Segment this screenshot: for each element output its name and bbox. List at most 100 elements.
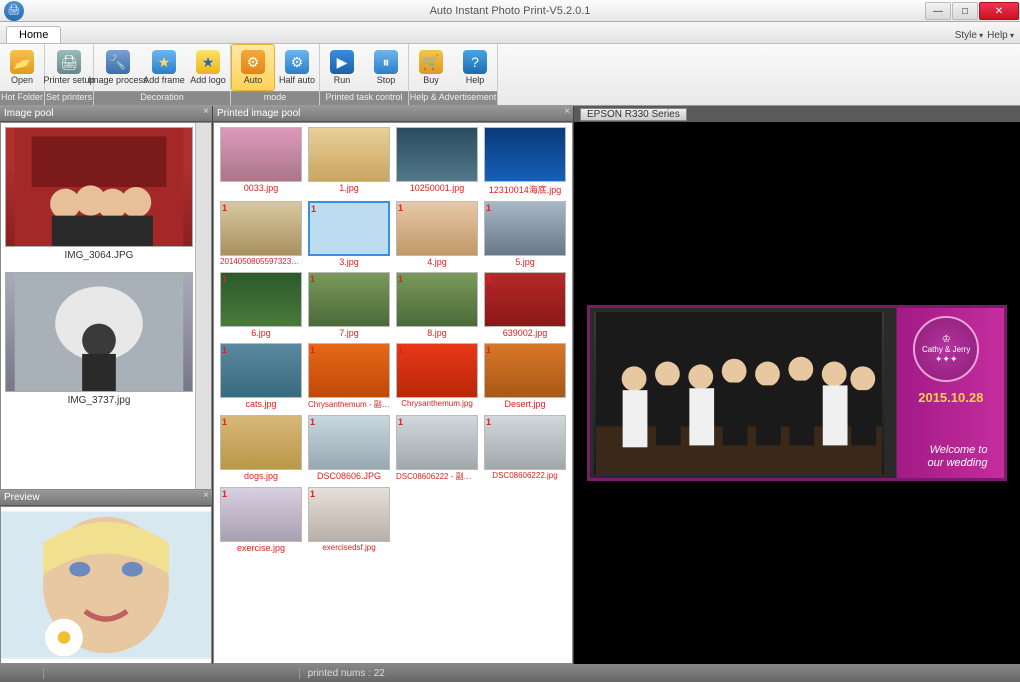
image-pool-header: Image pool× (0, 106, 212, 122)
pool-item[interactable]: IMG_3064.JPG (5, 127, 193, 264)
buy-button[interactable]: 🛒Buy (409, 44, 453, 91)
count-badge: 1 (486, 345, 491, 355)
printed-item[interactable]: 1Chrysanthemum.jpg (394, 343, 480, 413)
close-icon[interactable]: × (203, 106, 209, 117)
printed-thumb (396, 127, 478, 182)
printed-item[interactable]: 17.jpg (306, 272, 392, 341)
printed-pool-header: Printed image pool× (213, 106, 573, 122)
run-button[interactable]: ▶Run (320, 44, 364, 91)
play-icon: ▶ (330, 50, 354, 74)
printed-item[interactable]: 120140508055973237 - ... (218, 201, 304, 270)
window-title: Auto Instant Photo Print-V5.2.0.1 (430, 5, 591, 17)
app-icon: 🖨 (4, 1, 24, 21)
printed-item[interactable]: 1Desert.jpg (482, 343, 568, 413)
style-menu[interactable]: Style (955, 30, 983, 41)
printed-item[interactable]: 14.jpg (394, 201, 480, 270)
status-printed: printed nums : 22 (299, 668, 385, 679)
printed-thumb: 1 (308, 487, 390, 542)
close-icon[interactable]: × (564, 106, 570, 117)
printed-thumb: 1 (396, 343, 478, 398)
count-badge: 1 (310, 417, 315, 427)
printed-thumb (484, 127, 566, 182)
printed-thumb (220, 127, 302, 182)
printed-thumb: 1 (308, 415, 390, 470)
window-controls (925, 1, 1020, 20)
printed-item[interactable]: 18.jpg (394, 272, 480, 341)
printed-item[interactable]: 1 Chrysanthemum - 副本.j... (306, 343, 392, 413)
image-process-button[interactable]: 🔧Image process (94, 44, 142, 91)
close-icon[interactable]: × (203, 490, 209, 501)
printed-item[interactable]: 1DSC08606222 - 副本.jpg (394, 415, 480, 485)
count-badge: 1 (486, 417, 491, 427)
printed-thumb: 1 (396, 415, 478, 470)
output-preview-area: ♔ Cathy & Jerry ✦✦✦ 2015.10.28 Welcome t… (574, 122, 1020, 664)
minimize-button[interactable] (925, 2, 951, 20)
half-auto-button[interactable]: ⚙Half auto (275, 44, 319, 91)
printed-caption: 1.jpg (339, 182, 359, 196)
help-button[interactable]: ?Help (453, 44, 497, 91)
printed-thumb: 1 (484, 343, 566, 398)
printed-item[interactable]: 1DSC08606222.jpg (482, 415, 568, 485)
printed-item[interactable]: 1exercise.jpg (218, 487, 304, 556)
printed-caption: exercise.jpg (237, 542, 285, 556)
count-badge: 1 (486, 203, 491, 213)
maximize-button[interactable] (952, 2, 978, 20)
printed-item[interactable]: 1dogs.jpg (218, 415, 304, 485)
statusbar: printed nums : 22 (0, 664, 1020, 682)
pool-caption: IMG_3064.JPG (5, 247, 193, 264)
auto-button[interactable]: ⚙Auto (231, 44, 275, 91)
printed-pool-panel: 0033.jpg 1.jpg 10250001.jpg 12310014海底.jpg 1… (213, 122, 573, 664)
printer-setup-button[interactable]: 🖨Printer setup (45, 44, 93, 91)
printed-thumb: 1 (484, 272, 566, 327)
printed-caption: DSC08606.JPG (317, 470, 381, 484)
printed-item[interactable]: 12310014海底.jpg (482, 127, 568, 199)
printed-thumb: 1 (484, 415, 566, 470)
add-logo-button[interactable]: ★Add logo (186, 44, 230, 91)
printed-item[interactable]: 1.jpg (306, 127, 392, 199)
printed-item[interactable]: 13.jpg (306, 201, 392, 270)
printed-caption: 6.jpg (251, 327, 271, 341)
group-mode: mode (231, 91, 319, 105)
printed-thumb: 1 (220, 272, 302, 327)
status-mid (43, 668, 55, 679)
stop-button[interactable]: ⏸Stop (364, 44, 408, 91)
printed-caption: exercisedsf.jpg (322, 542, 375, 555)
status-left (8, 668, 19, 679)
pool-image (5, 272, 193, 392)
open-button[interactable]: 📂Open (0, 44, 44, 91)
printed-item[interactable]: 1exercisedsf.jpg (306, 487, 392, 556)
preview-header: Preview× (0, 490, 212, 506)
scrollbar[interactable] (195, 123, 211, 489)
half-icon: ⚙ (285, 50, 309, 74)
printed-item[interactable]: 1cats.jpg (218, 343, 304, 413)
cart-icon: 🛒 (419, 50, 443, 74)
close-button[interactable] (979, 2, 1019, 20)
printed-caption: Chrysanthemum - 副本.j... (308, 398, 390, 413)
printed-item[interactable]: 0033.jpg (218, 127, 304, 199)
printed-item[interactable]: 10250001.jpg (394, 127, 480, 199)
printed-thumb: 1 (484, 201, 566, 256)
add-frame-button[interactable]: ★Add frame (142, 44, 186, 91)
printed-thumb: 1 (220, 487, 302, 542)
printed-caption: 639002.jpg (503, 327, 548, 341)
output-photo (594, 312, 884, 474)
preview-image (1, 507, 211, 663)
printed-item[interactable]: 15.jpg (482, 201, 568, 270)
printed-caption: 7.jpg (339, 327, 359, 341)
output-badge: ♔ Cathy & Jerry ✦✦✦ (913, 316, 979, 382)
pool-item[interactable]: IMG_3737.jpg (5, 272, 193, 409)
printed-item[interactable]: 1 DSC08606.JPG (306, 415, 392, 485)
printed-caption: 12310014海底.jpg (489, 182, 562, 199)
tab-home[interactable]: Home (6, 26, 61, 43)
printed-item[interactable]: 1639002.jpg (482, 272, 568, 341)
printer-tab: EPSON R330 Series (574, 106, 1020, 122)
printed-caption: 0033.jpg (244, 182, 279, 196)
count-badge: 1 (310, 345, 315, 355)
help-icon: ? (463, 50, 487, 74)
printed-item[interactable]: 16.jpg (218, 272, 304, 341)
help-menu[interactable]: Help (987, 30, 1014, 41)
group-decoration: Decoration (94, 91, 230, 105)
group-set-printers: Set printers (45, 91, 93, 105)
group-task-control: Printed task control (320, 91, 408, 105)
printed-thumb: 1 (308, 343, 390, 398)
